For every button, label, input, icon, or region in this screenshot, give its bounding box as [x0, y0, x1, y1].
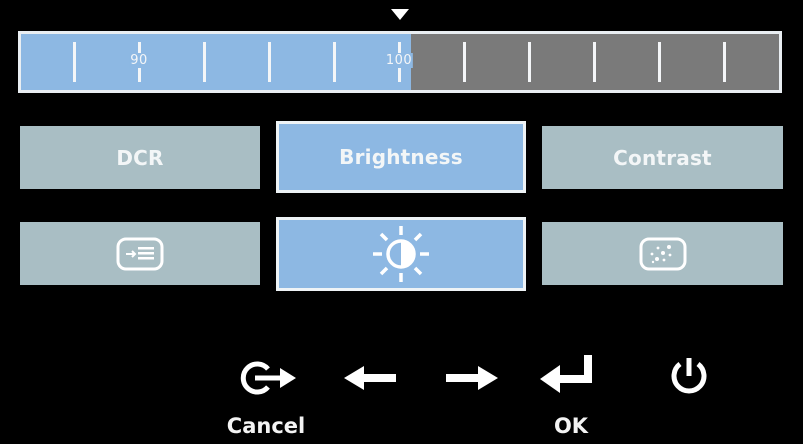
value-pointer-icon: [391, 9, 409, 20]
ok-label: OK: [553, 414, 589, 438]
slider-tick: [658, 42, 661, 82]
brightness-slider[interactable]: 90 100: [18, 31, 782, 93]
tile-contrast[interactable]: Contrast: [542, 126, 783, 189]
ok-button[interactable]: [534, 352, 598, 398]
tick-label-100: 100: [384, 53, 414, 68]
slider-tick: [203, 42, 206, 82]
tile-contrast-label: Contrast: [613, 145, 712, 170]
slider-tick: [723, 42, 726, 82]
slider-fill: [21, 34, 411, 90]
enter-icon: [536, 351, 596, 399]
contrast-color-icon: [638, 236, 688, 272]
exit-icon: [238, 361, 300, 399]
power-button[interactable]: [664, 356, 714, 400]
monitor-osd: 90 100 DCR Brightness Contrast Cancel OK: [0, 0, 803, 444]
arrow-right-icon: [444, 363, 500, 397]
slider-tick: [73, 42, 76, 82]
right-button[interactable]: [442, 362, 502, 398]
tile-dcr[interactable]: DCR: [20, 126, 260, 189]
power-icon: [667, 354, 711, 402]
input-source-icon: [115, 236, 165, 272]
tick-label-90: 90: [129, 53, 149, 68]
slider-tick: [333, 42, 336, 82]
brightness-sun-icon: [369, 222, 433, 286]
slider-tick: [593, 42, 596, 82]
cancel-label: Cancel: [226, 414, 306, 438]
cancel-button[interactable]: [236, 360, 302, 400]
tile-dcr-label: DCR: [116, 145, 164, 170]
left-button[interactable]: [340, 362, 400, 398]
tile-contrast-icon[interactable]: [542, 222, 783, 285]
slider-tick: [528, 42, 531, 82]
tile-brightness-icon[interactable]: [276, 217, 526, 291]
arrow-left-icon: [342, 363, 398, 397]
tile-input-source[interactable]: [20, 222, 260, 285]
tile-brightness-label: Brightness: [339, 145, 463, 169]
slider-tick: [268, 42, 271, 82]
tile-brightness[interactable]: Brightness: [276, 121, 526, 193]
slider-tick: [463, 42, 466, 82]
